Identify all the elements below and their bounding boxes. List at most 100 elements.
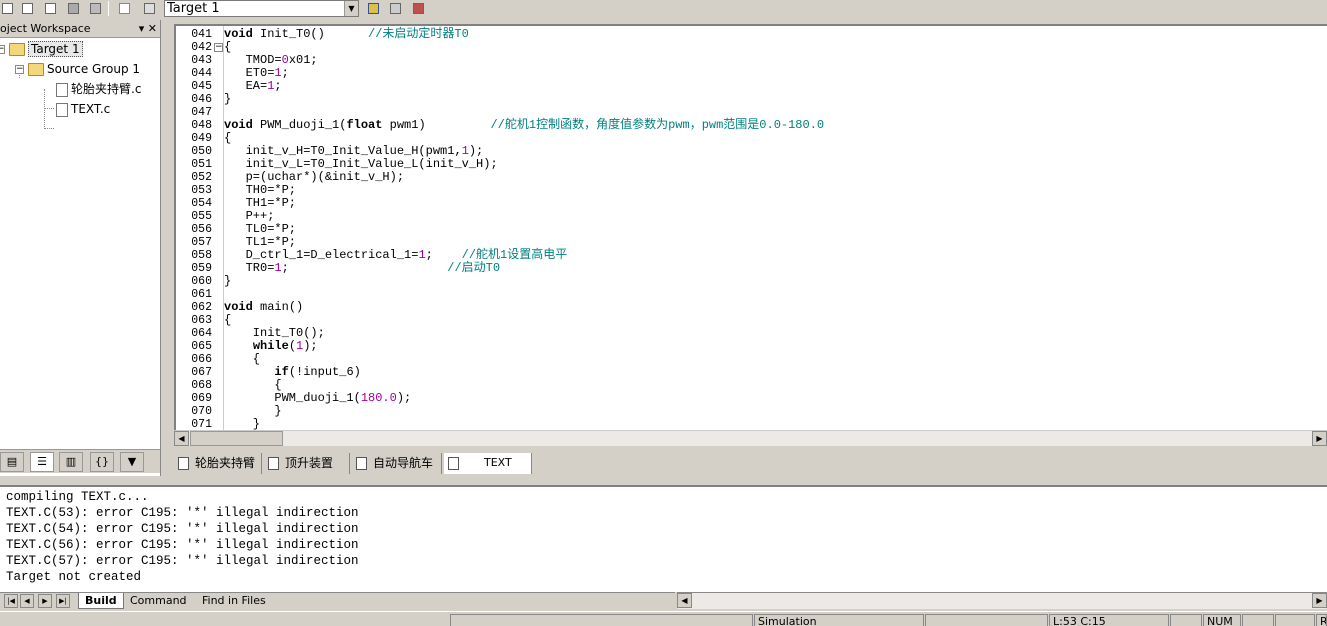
code-line[interactable]: EA=1; xyxy=(224,80,282,93)
line-number: 063 xyxy=(191,314,212,327)
status-num: NUM xyxy=(1203,614,1241,626)
output-horizontal-scrollbar[interactable]: ◀ ▶ xyxy=(677,592,1327,609)
editor-horizontal-scrollbar[interactable]: ◀ ▶ xyxy=(174,430,1327,446)
folder-icon xyxy=(9,43,25,56)
save-icon[interactable] xyxy=(43,1,58,16)
code-line[interactable]: void PWM_duoji_1(float pwm1) //舵机1控制函数，角… xyxy=(224,119,824,132)
code-line[interactable]: void Init_T0() //未启动定时器T0 xyxy=(224,28,469,41)
scroll-left-icon[interactable]: ◀ xyxy=(174,431,189,446)
file-label: 轮胎夹持臂.c xyxy=(71,82,142,96)
batch-icon[interactable] xyxy=(411,1,426,16)
line-number: 043 xyxy=(191,54,212,67)
code-line[interactable]: } xyxy=(224,275,231,288)
file-tab[interactable]: 轮胎夹持臂 xyxy=(174,453,262,474)
group-label: Source Group 1 xyxy=(47,62,141,76)
code-line[interactable]: void main() xyxy=(224,301,303,314)
tab-build[interactable]: Build xyxy=(78,593,124,609)
file-tab[interactable]: 自动导航车 xyxy=(352,453,442,474)
download-icon[interactable] xyxy=(88,1,103,16)
file-icon xyxy=(56,82,68,97)
target-select[interactable]: Target 1 ▼ xyxy=(164,0,359,17)
tab-command[interactable]: Command xyxy=(124,593,193,609)
functions-tab-icon[interactable]: {} xyxy=(90,452,114,472)
file-icon xyxy=(56,102,68,117)
file-tab[interactable]: 顶升装置 xyxy=(264,453,350,474)
components-icon[interactable] xyxy=(388,1,403,16)
first-tab-icon[interactable]: |◀ xyxy=(4,594,18,608)
next-tab-icon[interactable]: ▶ xyxy=(38,594,52,608)
last-tab-icon[interactable]: ▶| xyxy=(56,594,70,608)
status-cell-empty xyxy=(925,614,1048,626)
file-tab-label: TEXT xyxy=(484,456,512,469)
collapse-icon[interactable]: − xyxy=(15,65,24,74)
project-workspace: oject Workspace ▾ ✕ − Target 1 − Source Gr… xyxy=(0,20,161,476)
file-icon xyxy=(178,457,189,470)
output-line[interactable]: TEXT.C(54): error C195: '*' illegal indi… xyxy=(6,521,359,537)
output-line[interactable]: TEXT.C(53): error C195: '*' illegal indi… xyxy=(6,505,359,521)
target-select-value: Target 1 xyxy=(167,1,220,16)
books-tab-icon[interactable]: ▥ xyxy=(59,452,83,472)
tree-file-item[interactable]: 轮胎夹持臂.c xyxy=(56,80,141,98)
code-editor[interactable]: 041 042−043 044 045 046 047 048 049 050 051 052 053… xyxy=(174,24,1327,430)
build-icon[interactable] xyxy=(117,1,132,16)
file-tab-active[interactable]: TEXT xyxy=(444,453,532,474)
target-label: Target 1 xyxy=(28,41,83,57)
tree-file-item[interactable]: TEXT.c xyxy=(56,100,110,118)
line-number-gutter: 041 042−043 044 045 046 047 048 049 050 051 052 053… xyxy=(176,26,224,430)
line-number: 046 xyxy=(191,93,212,106)
chevron-down-icon[interactable]: ▼ xyxy=(344,1,358,16)
output-line: compiling TEXT.c... xyxy=(6,490,149,504)
line-number: 056 xyxy=(191,223,212,236)
prev-tab-icon[interactable]: ◀ xyxy=(20,594,34,608)
code-line[interactable]: TR0=1; //启动T0 xyxy=(224,262,500,275)
collapse-icon[interactable]: − xyxy=(0,45,5,54)
output-line[interactable]: TEXT.C(57): error C195: '*' illegal indi… xyxy=(6,553,359,569)
file-tab-label: 自动导航车 xyxy=(373,456,434,470)
open-icon[interactable] xyxy=(20,1,35,16)
templates-tab-icon[interactable]: ▼ xyxy=(120,452,144,472)
line-number: 047 xyxy=(191,106,212,119)
output-window[interactable]: compiling TEXT.c... TEXT.C(53): error C1… xyxy=(0,485,1327,592)
tree-source-group[interactable]: − Source Group 1 xyxy=(15,60,140,78)
scroll-right-icon[interactable]: ▶ xyxy=(1312,593,1327,608)
line-number: 041 xyxy=(191,28,212,41)
workspace-title: oject Workspace xyxy=(0,22,91,35)
line-number: 064 xyxy=(191,327,212,340)
workspace-header: oject Workspace ▾ ✕ xyxy=(0,20,160,38)
status-cell-empty xyxy=(1242,614,1274,626)
output-line[interactable]: TEXT.C(56): error C195: '*' illegal indi… xyxy=(6,537,359,553)
workspace-controls[interactable]: ▾ ✕ xyxy=(139,20,157,37)
folder-icon xyxy=(28,63,44,76)
tab-find-in-files[interactable]: Find in Files xyxy=(196,593,272,609)
line-number: 061 xyxy=(191,288,212,301)
code-line[interactable]: } xyxy=(224,93,231,106)
status-bar: Simulation L:53 C:15 NUM R xyxy=(0,611,1327,626)
line-number: 050 xyxy=(191,145,212,158)
scroll-right-icon[interactable]: ▶ xyxy=(1312,431,1327,446)
code-line[interactable]: } xyxy=(224,418,260,431)
scroll-thumb[interactable] xyxy=(190,431,283,446)
status-mode: Simulation xyxy=(754,614,924,626)
new-project-icon[interactable] xyxy=(0,1,15,16)
line-number: 060 xyxy=(191,275,212,288)
line-number: 055 xyxy=(191,210,212,223)
options-icon[interactable] xyxy=(366,1,381,16)
scroll-left-icon[interactable]: ◀ xyxy=(677,593,692,608)
output-line: Target not created xyxy=(6,570,142,584)
file-icon xyxy=(448,457,459,470)
regs-tab-icon[interactable]: ☰ xyxy=(30,452,54,472)
line-number: 067 xyxy=(191,366,212,379)
line-number: 069 xyxy=(191,392,212,405)
line-number: 048 xyxy=(191,119,212,132)
file-tab-label: 轮胎夹持臂 xyxy=(195,456,256,470)
line-number: 044 xyxy=(191,67,212,80)
file-tabs: 轮胎夹持臂 顶升装置 自动导航车 TEXT xyxy=(174,451,1327,475)
fold-icon[interactable]: − xyxy=(214,43,223,52)
line-number: 049 xyxy=(191,132,212,145)
tree-target[interactable]: − Target 1 xyxy=(0,40,83,58)
stack-icon[interactable] xyxy=(66,1,81,16)
rebuild-icon[interactable] xyxy=(142,1,157,16)
files-tab-icon[interactable]: ▤ xyxy=(0,452,24,472)
line-number: 051 xyxy=(191,158,212,171)
file-label: TEXT.c xyxy=(71,102,111,116)
